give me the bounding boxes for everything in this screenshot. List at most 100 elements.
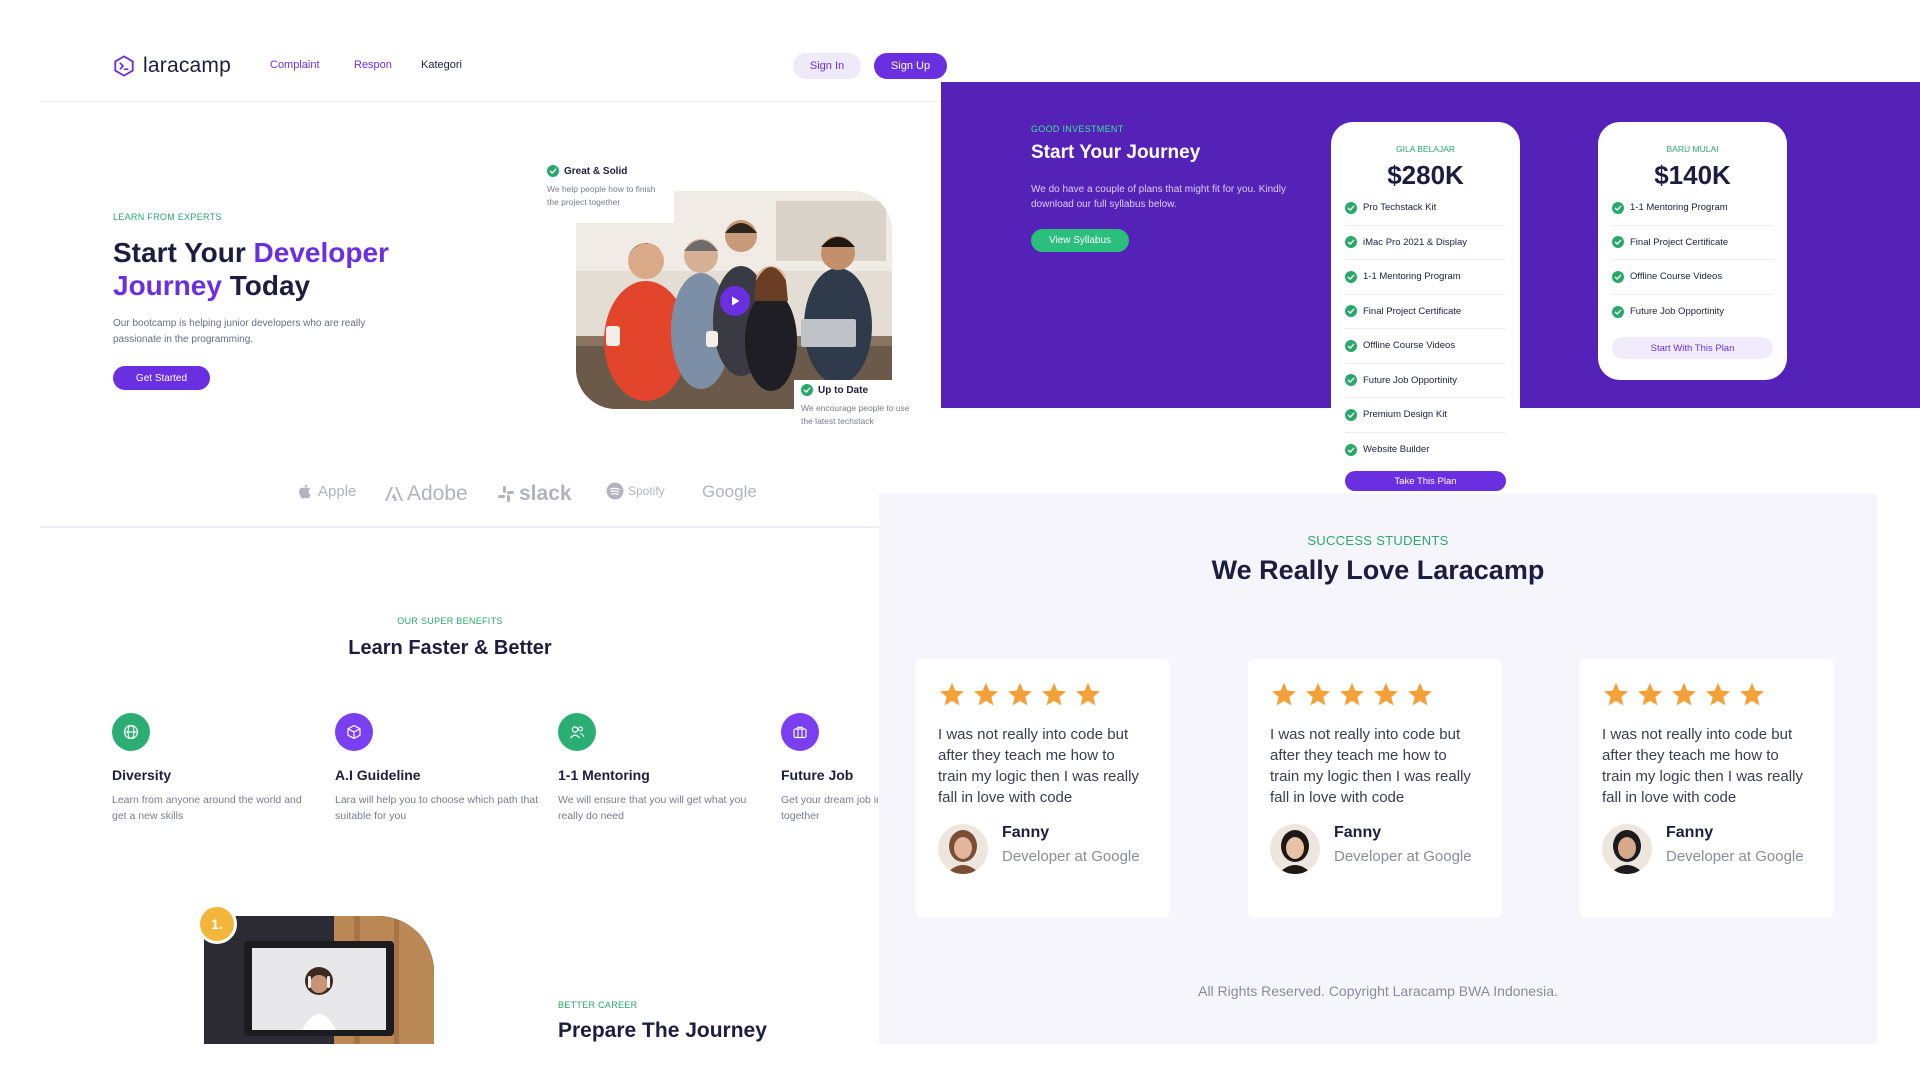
brand-apple: Apple	[296, 482, 356, 500]
hero-title-highlight2: Journey	[113, 270, 222, 301]
benefit-description: We will ensure that you will get what yo…	[558, 794, 747, 822]
star-icon	[1739, 682, 1765, 706]
check-circle-icon	[1345, 408, 1357, 421]
plan-card-gila-belajar: GILA BELAJAR $280K Pro Techstack Kit iMac…	[1331, 122, 1520, 502]
star-icon	[1305, 682, 1331, 706]
play-icon	[732, 296, 740, 306]
start-with-this-plan-button[interactable]: Start With This Plan	[1612, 337, 1773, 359]
star-icon	[1407, 682, 1433, 706]
adobe-icon	[385, 487, 403, 501]
cube-icon	[347, 724, 361, 740]
nav-link-kategori[interactable]: Kategori	[421, 59, 462, 71]
plan-feature: Pro Techstack Kit	[1345, 191, 1506, 226]
logo-text: laracamp	[143, 54, 231, 77]
plan-feature-label: Final Project Certificate	[1363, 305, 1462, 317]
author-name: Fanny	[1002, 824, 1050, 841]
check-circle-icon	[1612, 305, 1624, 318]
badge-description: We help people how to finish the project…	[547, 184, 656, 207]
plan-feature: Future Job Opportinity	[1612, 295, 1773, 330]
plan-feature-label: Future Job Opportinity	[1363, 374, 1457, 386]
globe-icon	[123, 724, 139, 740]
testimonial-card: I was not really into code but after the…	[916, 659, 1170, 918]
hero-title-part1: Start Your	[113, 237, 254, 268]
brand-google: Google	[702, 482, 757, 501]
testimonials-title: We Really Love Laracamp	[1211, 555, 1545, 585]
check-circle-icon	[547, 165, 559, 177]
users-icon	[570, 726, 585, 739]
author-role: Developer at Google	[1334, 848, 1472, 865]
take-this-plan-button[interactable]: Take This Plan	[1345, 471, 1506, 491]
play-video-button[interactable]	[720, 286, 750, 316]
plan-tag: BARU MULAI	[1666, 144, 1719, 154]
star-icon	[1007, 682, 1033, 706]
sign-up-button[interactable]: Sign Up	[874, 53, 947, 79]
nav-link-complaint[interactable]: Complaint	[270, 59, 320, 71]
check-circle-icon	[1345, 339, 1357, 352]
sign-in-button[interactable]: Sign In	[793, 53, 861, 79]
plan-price: $280K	[1387, 160, 1464, 190]
author-role: Developer at Google	[1002, 848, 1140, 865]
benefit-title: Diversity	[112, 767, 172, 783]
testimonial-author: Fanny Developer at Google	[1270, 824, 1480, 874]
benefit-mentoring: 1-1 Mentoring We will ensure that you wi…	[558, 713, 763, 824]
apple-icon	[299, 484, 311, 499]
brand-adobe: Adobe	[385, 482, 468, 506]
check-circle-icon	[1345, 236, 1357, 249]
logo[interactable]: laracamp	[113, 54, 231, 78]
benefit-title: A.I Guideline	[335, 767, 421, 783]
check-circle-icon	[1345, 270, 1357, 283]
benefits-title: Learn Faster & Better	[348, 637, 552, 659]
nav-link-respon[interactable]: Respon	[354, 59, 392, 71]
plan-feature: Website Builder	[1345, 433, 1506, 468]
star-icon	[1705, 682, 1731, 706]
plan-feature-label: Offline Course Videos	[1363, 340, 1456, 352]
plan-feature: Final Project Certificate	[1612, 226, 1773, 260]
hero-title-part2: Today	[221, 270, 311, 301]
plan-price: $140K	[1654, 160, 1731, 190]
plan-feature-label: Premium Design Kit	[1363, 409, 1447, 421]
benefit-description: Get your dream job in any company togeth…	[781, 794, 878, 822]
star-icon	[1041, 682, 1067, 706]
check-circle-icon	[1612, 236, 1624, 249]
badge-title: Up to Date	[818, 384, 868, 396]
star-rating	[1602, 681, 1812, 708]
testimonial-quote: I was not really into code but after the…	[1602, 726, 1803, 806]
benefit-ai-guideline: A.I Guideline Lara will help you to choo…	[335, 713, 540, 824]
hero-description: Our bootcamp is helping junior developer…	[113, 318, 366, 345]
author-name: Fanny	[1334, 824, 1382, 841]
plan-feature-label: iMac Pro 2021 & Display	[1363, 236, 1468, 248]
plan-feature: iMac Pro 2021 & Display	[1345, 226, 1506, 260]
view-syllabus-button[interactable]: View Syllabus	[1031, 229, 1129, 252]
get-started-button[interactable]: Get Started	[113, 366, 210, 390]
header-divider	[40, 101, 940, 102]
testimonial-author: Fanny Developer at Google	[1602, 824, 1812, 874]
testimonial-author: Fanny Developer at Google	[938, 824, 1148, 874]
plan-card-baru-mulai: BARU MULAI $140K 1-1 Mentoring Program Fi…	[1598, 122, 1787, 380]
badge-description: We encourage people to use the latest te…	[801, 403, 910, 426]
check-circle-icon	[1612, 201, 1624, 214]
plan-feature-label: Final Project Certificate	[1630, 236, 1729, 248]
testimonial-quote: I was not really into code but after the…	[1270, 726, 1471, 806]
benefit-title: Future Job	[781, 767, 854, 783]
star-icon	[1271, 682, 1297, 706]
briefcase-icon	[793, 726, 807, 739]
step-number-badge: 1.	[197, 904, 237, 944]
plan-feature: 1-1 Mentoring Program	[1612, 191, 1773, 226]
testimonials-eyebrow: SUCCESS STUDENTS	[1307, 533, 1449, 548]
star-icon	[1339, 682, 1365, 706]
check-circle-icon	[1345, 443, 1357, 456]
brand-spotify: Spotify	[606, 482, 665, 500]
benefit-diversity: Diversity Learn from anyone around the w…	[112, 713, 317, 824]
benefit-title: 1-1 Mentoring	[558, 767, 650, 783]
benefits-eyebrow: OUR SUPER BENEFITS	[397, 616, 503, 626]
hero-title-highlight1: Developer	[253, 237, 389, 268]
avatar	[938, 824, 988, 874]
slack-icon	[498, 486, 514, 502]
testimonial-card: I was not really into code but after the…	[1580, 659, 1834, 918]
career-title: Prepare The Journey	[558, 1019, 767, 1042]
star-icon	[1075, 682, 1101, 706]
plan-feature: 1-1 Mentoring Program	[1345, 260, 1506, 295]
brands-divider	[40, 526, 880, 528]
plan-feature: Future Job Opportinity	[1345, 364, 1506, 398]
bottom-edge	[0, 1044, 878, 1080]
